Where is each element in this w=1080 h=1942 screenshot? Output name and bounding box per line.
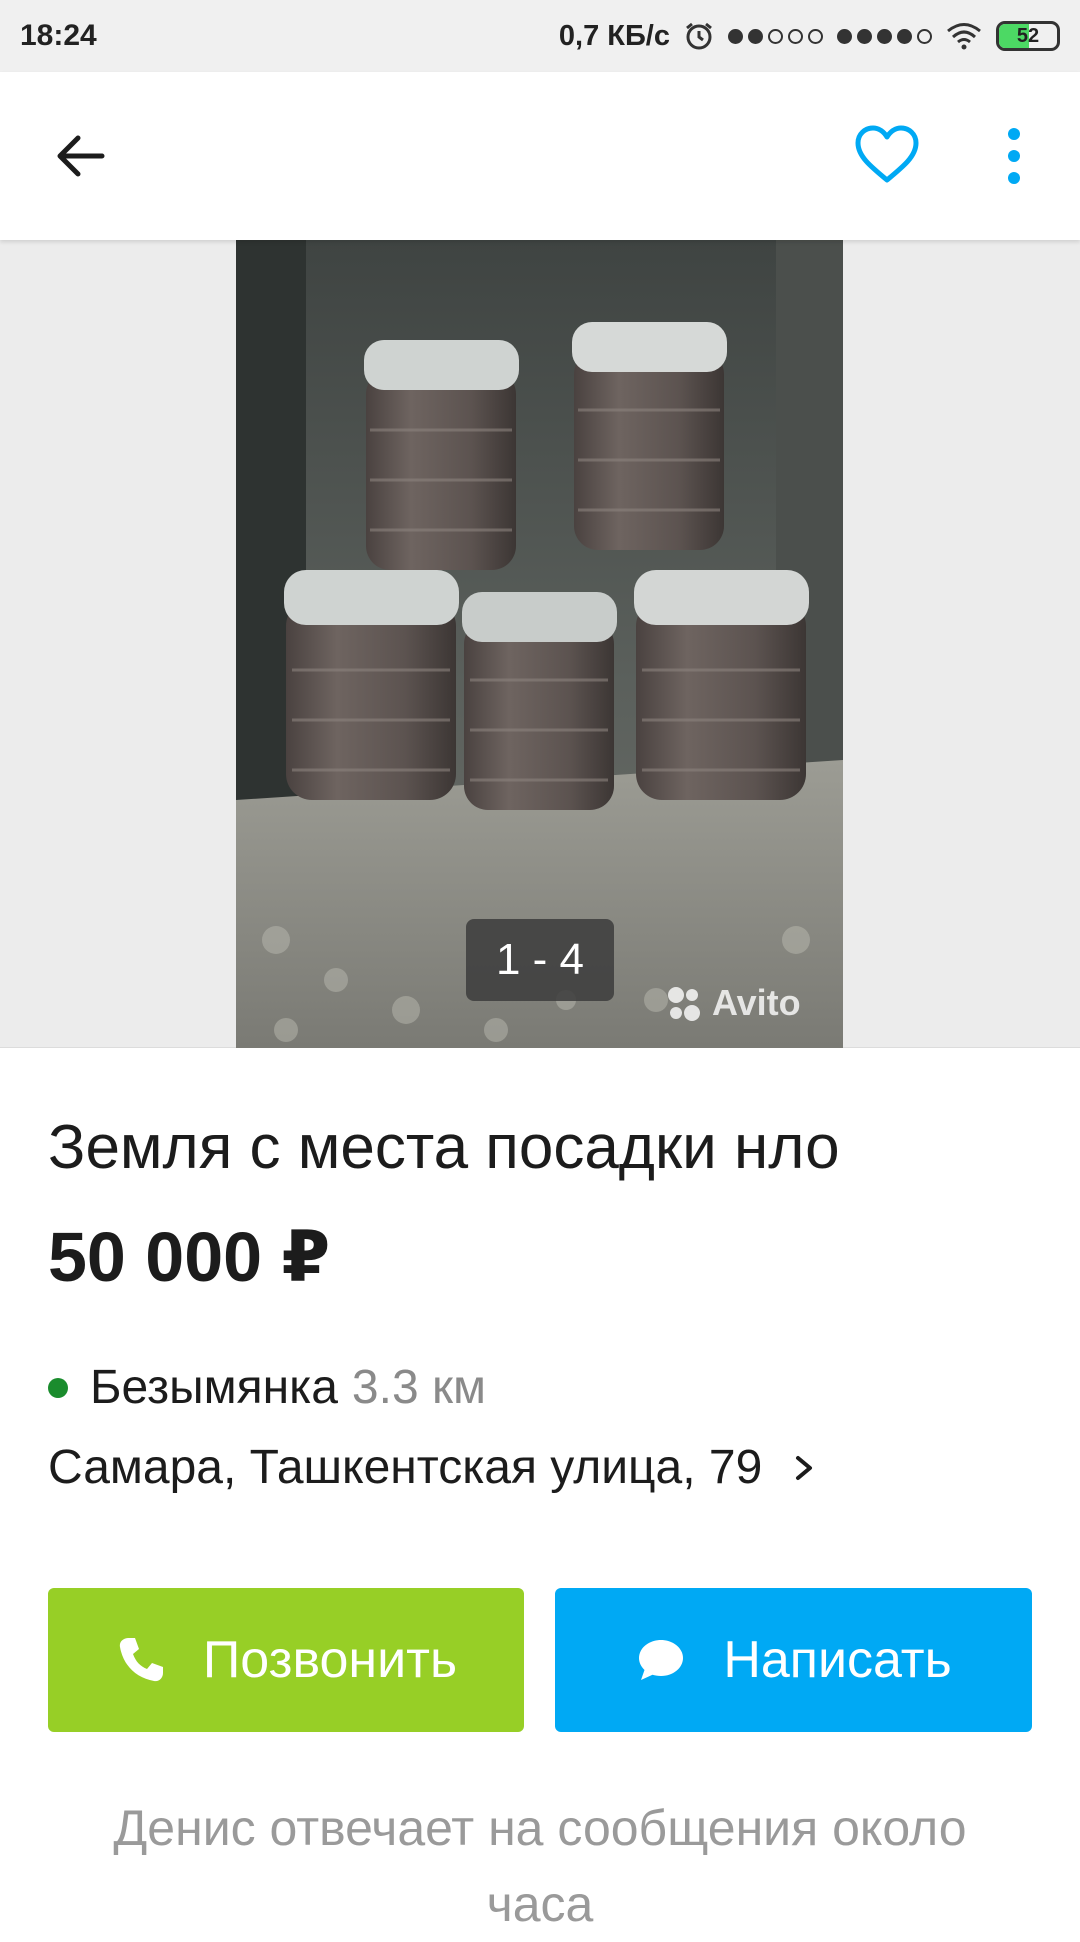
- metro-info: Безымянка 3.3 км: [48, 1360, 486, 1415]
- more-vertical-icon: [1008, 128, 1020, 184]
- arrow-left-icon: [57, 135, 105, 177]
- call-button-label: Позвонить: [202, 1631, 458, 1689]
- photo-counter: 1 - 4: [466, 919, 614, 1001]
- sim2-signal-icon: [837, 28, 932, 44]
- status-bar: 18:24 0,7 КБ/с 52: [0, 0, 1080, 72]
- heart-outline-icon: [855, 125, 919, 183]
- battery-icon: 52: [996, 21, 1060, 51]
- address-text: Самара, Ташкентская улица, 79: [48, 1441, 763, 1494]
- listing-title: Земля с места посадки нло: [48, 1113, 840, 1182]
- address-link[interactable]: Самара, Ташкентская улица, 79: [48, 1440, 908, 1495]
- metro-line-icon: [48, 1377, 68, 1398]
- metro-station: Безымянка: [90, 1361, 338, 1414]
- seller-response-note: Денис отвечает на сообщения около часа: [113, 1800, 967, 1932]
- photo-gallery[interactable]: 1 - 4 Avito: [0, 240, 1080, 1048]
- wifi-icon: [947, 23, 981, 50]
- sim1-signal-icon: [728, 28, 823, 44]
- avito-logo-icon: [668, 987, 700, 1021]
- network-speed: 0,7 КБ/с: [558, 19, 670, 52]
- chevron-right-icon: [796, 1455, 813, 1480]
- listing-price: 50 000 ₽: [48, 1218, 331, 1296]
- watermark-text: Avito: [712, 982, 801, 1023]
- chat-bubble-icon: [639, 1640, 684, 1680]
- call-button[interactable]: Позвонить: [48, 1588, 524, 1732]
- status-indicators: 0,7 КБ/с 52: [559, 20, 1060, 53]
- metro-distance: 3.3 км: [351, 1361, 486, 1414]
- write-button-label: Написать: [723, 1631, 952, 1689]
- back-button[interactable]: [50, 124, 114, 188]
- battery-percent: 52: [1016, 24, 1040, 47]
- status-time: 18:24: [20, 19, 97, 52]
- watermark: Avito: [664, 982, 801, 1024]
- phone-icon: [119, 1638, 163, 1682]
- alarm-icon: [686, 22, 712, 50]
- favorite-button[interactable]: [852, 124, 922, 188]
- app-bar: [0, 72, 1080, 240]
- write-button[interactable]: Написать: [555, 1588, 1032, 1732]
- more-options-button[interactable]: [992, 124, 1036, 188]
